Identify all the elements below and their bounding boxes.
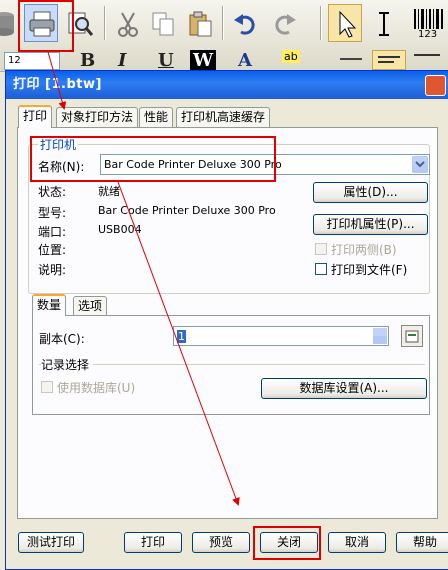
- arrow-toolbar-to-tab: [47, 51, 67, 110]
- tab-quantity[interactable]: 数量: [32, 294, 67, 316]
- arrow-printer-to-close: [117, 181, 240, 506]
- annotation-arrows: [47, 51, 240, 506]
- tab-print[interactable]: 打印: [18, 105, 53, 128]
